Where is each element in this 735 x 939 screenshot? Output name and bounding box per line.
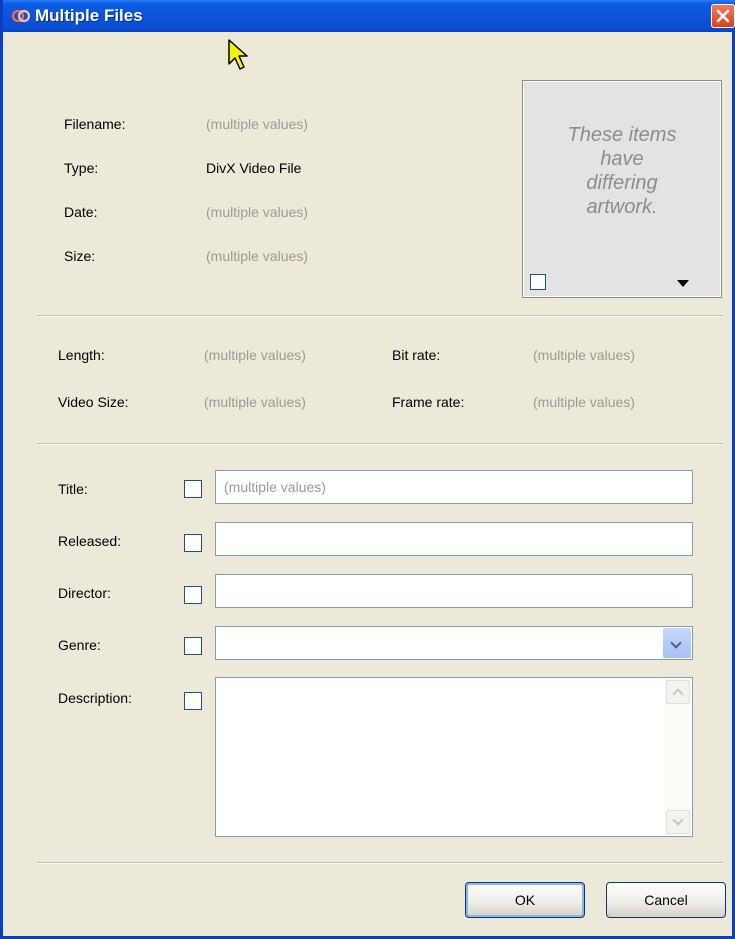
genre-label: Genre:: [58, 637, 101, 653]
released-input[interactable]: [215, 522, 693, 556]
title-bar[interactable]: Multiple Files: [3, 0, 735, 32]
description-scrollbar[interactable]: [665, 679, 691, 835]
title-checkbox[interactable]: [184, 480, 202, 498]
size-label: Size:: [64, 248, 96, 264]
length-label: Length:: [58, 347, 105, 363]
video-size-label: Video Size:: [58, 394, 129, 410]
director-checkbox[interactable]: [184, 586, 202, 604]
close-button[interactable]: [711, 4, 735, 28]
director-label: Director:: [58, 585, 111, 601]
bitrate-value: (multiple values): [533, 347, 635, 363]
frame-rate-label: Frame rate:: [392, 394, 465, 410]
artwork-message: These items have differing artwork.: [533, 123, 711, 219]
director-input[interactable]: [215, 574, 693, 608]
cancel-button[interactable]: Cancel: [606, 882, 726, 918]
description-textarea[interactable]: [215, 677, 693, 837]
close-icon: [716, 9, 730, 23]
date-label: Date:: [64, 204, 98, 220]
scroll-down-icon[interactable]: [666, 810, 690, 834]
released-label: Released:: [58, 533, 122, 549]
description-label: Description:: [58, 690, 132, 706]
app-logo-icon: [11, 9, 31, 23]
title-input[interactable]: (multiple values): [215, 470, 693, 504]
genre-combobox[interactable]: [215, 626, 693, 660]
date-value: (multiple values): [206, 204, 308, 220]
title-label: Title:: [58, 481, 88, 497]
size-value: (multiple values): [206, 248, 308, 264]
artwork-message-line: differing: [586, 172, 658, 194]
chevron-down-icon[interactable]: [663, 628, 691, 658]
video-size-value: (multiple values): [204, 394, 306, 410]
title-placeholder: (multiple values): [224, 479, 326, 495]
separator: [37, 315, 723, 317]
type-value: DivX Video File: [206, 160, 302, 176]
type-label: Type:: [64, 160, 99, 176]
window-title: Multiple Files: [35, 6, 143, 25]
scroll-up-icon[interactable]: [666, 680, 690, 704]
filename-value: (multiple values): [206, 116, 308, 132]
length-value: (multiple values): [204, 347, 306, 363]
separator: [37, 862, 723, 864]
released-checkbox[interactable]: [184, 534, 202, 552]
bitrate-label: Bit rate:: [392, 347, 441, 363]
frame-rate-value: (multiple values): [533, 394, 635, 410]
genre-checkbox[interactable]: [184, 637, 202, 655]
artwork-panel[interactable]: These items have differing artwork.: [522, 80, 722, 298]
multiple-files-dialog: Multiple Files Filename: (multiple value…: [0, 0, 735, 939]
artwork-dropdown-arrow-icon[interactable]: [677, 280, 689, 287]
artwork-message-line: These items: [567, 124, 677, 146]
artwork-message-line: artwork.: [586, 196, 658, 218]
description-checkbox[interactable]: [184, 692, 202, 710]
ok-button[interactable]: OK: [465, 882, 585, 918]
mouse-pointer-icon: [228, 39, 248, 70]
filename-label: Filename:: [64, 116, 126, 132]
artwork-checkbox[interactable]: [530, 274, 546, 290]
separator: [37, 443, 723, 445]
artwork-message-line: have: [600, 148, 644, 170]
